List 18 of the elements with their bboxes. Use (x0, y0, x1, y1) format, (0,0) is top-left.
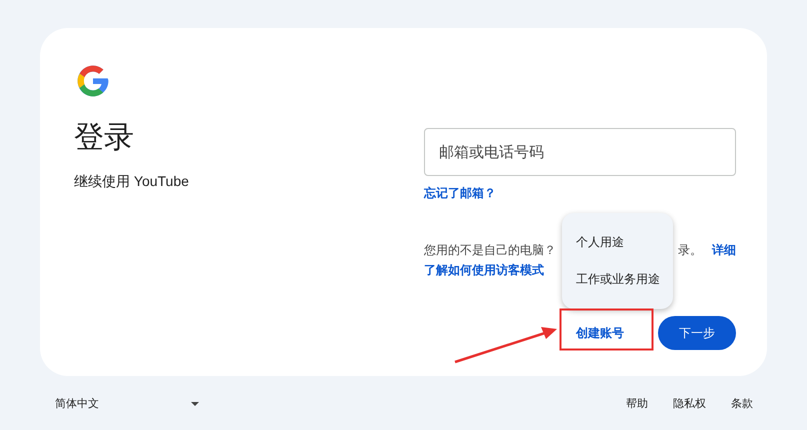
logo-icon (75, 63, 111, 99)
page-title: 登录 (74, 120, 135, 156)
guest-note-text: 录。 (678, 242, 702, 259)
guest-note-text: 您用的不是自己的电脑？ (424, 242, 556, 259)
learn-more-link[interactable]: 了解如何使用访客模式 (424, 262, 544, 279)
email-field[interactable]: 邮箱或电话号码 (424, 128, 736, 176)
learn-more-link[interactable]: 详细 (712, 242, 736, 259)
next-button[interactable]: 下一步 (658, 316, 736, 350)
footer-link[interactable]: 隐私权 (673, 396, 706, 411)
menu-item[interactable]: 个人用途 (562, 234, 673, 251)
create-account-button[interactable]: 创建账号 (564, 316, 636, 350)
menu-item[interactable]: 工作或业务用途 (562, 271, 673, 288)
caret-icon (191, 402, 199, 406)
language-select[interactable]: 简体中文 (55, 396, 199, 411)
footer-link[interactable]: 条款 (731, 396, 753, 411)
subtitle: 继续使用 YouTube (74, 173, 190, 191)
footer-link[interactable]: 帮助 (626, 396, 648, 411)
forgot-email-link[interactable]: 忘记了邮箱？ (424, 185, 496, 202)
